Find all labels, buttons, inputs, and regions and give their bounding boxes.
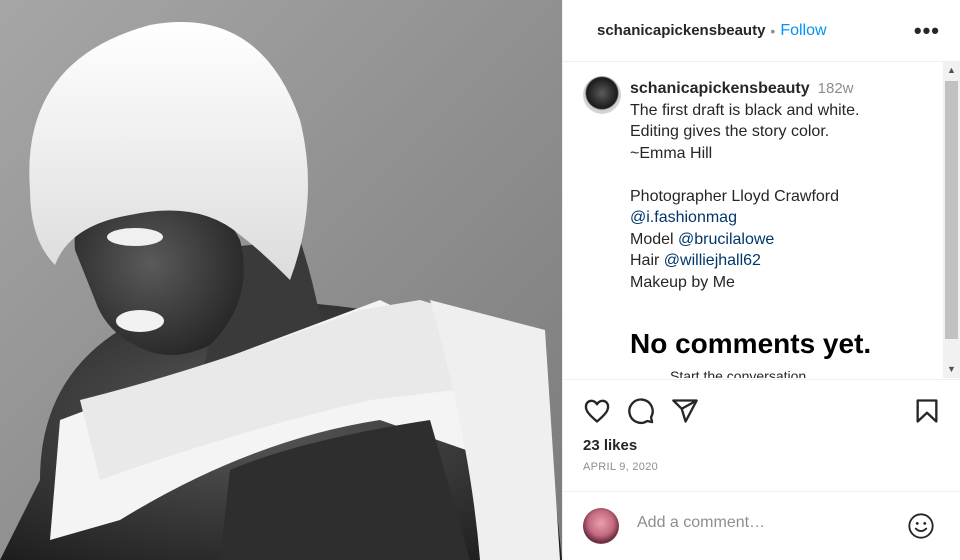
comments-section[interactable]: schanicapickensbeauty 182w The first draf… [563, 62, 943, 378]
caption-line: The first draft is black and white. [630, 101, 860, 119]
more-options-icon[interactable]: ••• [914, 18, 940, 44]
mention-link[interactable]: @i.fashionmag [630, 209, 737, 226]
comment-icon[interactable] [627, 397, 655, 425]
likes-count[interactable]: 23 likes [583, 437, 637, 454]
current-user-avatar [583, 508, 619, 544]
post-date[interactable]: APRIL 9, 2020 [583, 461, 658, 473]
no-comments-title: No comments yet. [630, 328, 872, 359]
caption-line: Editing gives the story color. [630, 123, 830, 140]
comment-composer [563, 491, 960, 560]
credit-line: Makeup by Me [630, 272, 930, 294]
scrollbar-thumb[interactable] [945, 81, 958, 339]
credit-line: Photographer Lloyd Crawford [630, 186, 930, 208]
credit-line: @i.fashionmag [630, 207, 930, 229]
bookmark-icon[interactable] [913, 397, 941, 425]
follow-button[interactable]: Follow [780, 22, 826, 40]
credit-label: Photographer Lloyd Crawford [630, 187, 840, 205]
caption-time[interactable]: 182w [818, 80, 854, 97]
credit-label: Makeup by Me [630, 273, 735, 291]
smiley-icon[interactable] [907, 512, 935, 540]
post-header: schanicapickensbeauty • Follow ••• [563, 0, 960, 62]
post-panel: schanicapickensbeauty • Follow ••• schan… [562, 0, 960, 560]
scroll-up-icon[interactable]: ▲ [943, 62, 960, 79]
comment-input[interactable] [635, 513, 889, 533]
post-caption: schanicapickensbeauty 182w The first draf… [630, 78, 930, 293]
post-modal: schanicapickensbeauty • Follow ••• schan… [0, 0, 960, 560]
post-image[interactable] [0, 0, 562, 560]
separator-dot: • [770, 22, 776, 39]
portrait-photo [0, 0, 562, 560]
credit-line: Hair @williejhall62 [630, 250, 930, 272]
credit-label: Hair [630, 252, 664, 269]
mention-link[interactable]: @brucilalowe [678, 231, 774, 248]
credit-line: Model @brucilalowe [630, 229, 930, 251]
start-conversation-text: Start the conversation. [670, 368, 811, 378]
author-avatar[interactable] [583, 76, 621, 114]
mention-link[interactable]: @williejhall62 [664, 252, 761, 269]
caption-username[interactable]: schanicapickensbeauty [630, 80, 810, 97]
heart-icon[interactable] [583, 397, 611, 425]
credit-label: Model [630, 230, 679, 248]
share-icon[interactable] [671, 397, 699, 425]
scroll-down-icon[interactable]: ▼ [943, 361, 960, 378]
author-username[interactable]: schanicapickensbeauty [597, 22, 765, 39]
action-bar: 23 likes APRIL 9, 2020 [563, 379, 960, 491]
comments-scrollbar[interactable]: ▲ ▼ [943, 62, 960, 378]
caption-line: ~Emma Hill [630, 144, 713, 162]
